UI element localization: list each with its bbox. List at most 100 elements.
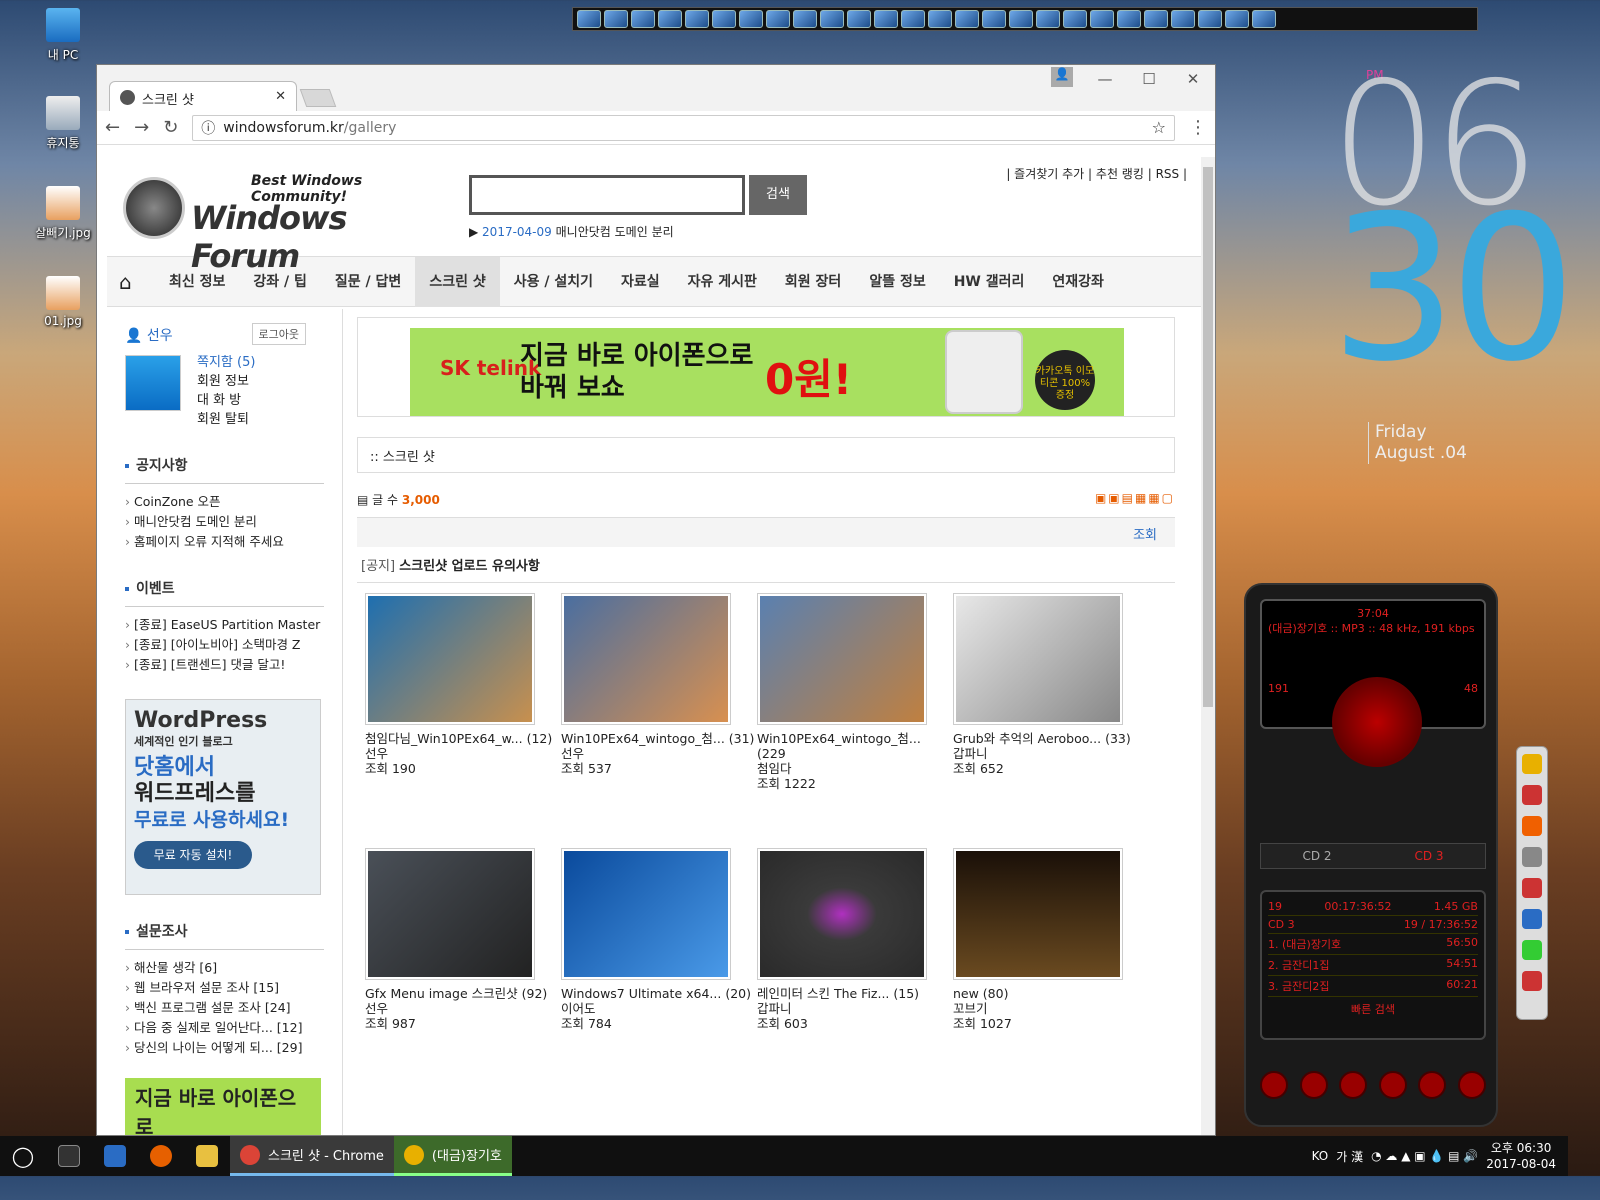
close-button[interactable]: ✕ bbox=[1171, 65, 1215, 93]
app-launcher-icon[interactable] bbox=[1225, 10, 1249, 28]
member-info-link[interactable]: 회원 정보 bbox=[197, 372, 324, 391]
app-launcher-icon[interactable] bbox=[577, 10, 601, 28]
nav-item[interactable]: 연재강좌 bbox=[1038, 257, 1118, 307]
app-launcher-icon[interactable] bbox=[1090, 10, 1114, 28]
desktop-icon-file-2[interactable]: 01.jpg bbox=[28, 276, 98, 328]
chat-link[interactable]: 대 화 방 bbox=[197, 391, 324, 410]
poll-item[interactable]: 해산물 생각 [6] bbox=[125, 958, 324, 978]
thumbnail-image[interactable] bbox=[368, 851, 532, 977]
ad-install-button[interactable]: 무료 자동 설치! bbox=[134, 841, 252, 869]
link-favorite[interactable]: 즐겨찾기 추가 bbox=[1014, 167, 1084, 181]
nav-item[interactable]: 알뜰 정보 bbox=[855, 257, 939, 307]
page-scrollbar[interactable] bbox=[1201, 157, 1215, 1135]
withdraw-link[interactable]: 회원 탈퇴 bbox=[197, 410, 324, 429]
sort-views-link[interactable]: 조회 bbox=[1133, 528, 1157, 543]
tab-screenshot[interactable]: 스크린 샷 ✕ bbox=[109, 81, 297, 111]
sidebar-ad-banner[interactable]: 지금 바로 아이폰으로 bbox=[125, 1078, 321, 1135]
maximize-button[interactable]: ☐ bbox=[1127, 65, 1171, 93]
app-launcher-icon[interactable] bbox=[1198, 10, 1222, 28]
app-icon[interactable] bbox=[1522, 940, 1542, 960]
reload-icon[interactable]: ↻ bbox=[163, 117, 178, 138]
app-launcher-icon[interactable] bbox=[658, 10, 682, 28]
monitor-icon[interactable] bbox=[1522, 909, 1542, 929]
thumbnail-image[interactable] bbox=[956, 851, 1120, 977]
thumbnail-image[interactable] bbox=[760, 851, 924, 977]
app-icon[interactable] bbox=[1522, 847, 1542, 867]
address-bar[interactable]: ⓘ windowsforum.kr/gallery ☆ bbox=[192, 114, 1175, 141]
thumbnail-image[interactable] bbox=[760, 596, 924, 722]
start-button[interactable]: ◯ bbox=[0, 1136, 46, 1176]
app-launcher-icon[interactable] bbox=[739, 10, 763, 28]
gallery-card[interactable]: Grub와 추억의 Aeroboo... (33) 갑파니 조회 652 bbox=[953, 593, 1149, 848]
header-notice[interactable]: ▶ 2017-04-09 매니안닷컴 도메인 분리 bbox=[469, 223, 674, 240]
link-rss[interactable]: RSS bbox=[1156, 167, 1180, 181]
app-launcher-icon[interactable] bbox=[712, 10, 736, 28]
view-mode-icons[interactable]: ▣▣▤▦▦▢ bbox=[1095, 491, 1175, 505]
app-launcher-icon[interactable] bbox=[955, 10, 979, 28]
wordpress-ad[interactable]: WordPress 세계적인 인기 블로그 닷홈에서 워드프레스를 무료로 사용… bbox=[125, 699, 321, 895]
tray-icons[interactable]: ◔ ☁ ▲ ▣ 💧 ▤ 🔊 bbox=[1371, 1149, 1478, 1163]
poll-item[interactable]: 백신 프로그램 설문 조사 [24] bbox=[125, 998, 324, 1018]
scrollbar-thumb[interactable] bbox=[1203, 167, 1213, 707]
thumbnail-image[interactable] bbox=[956, 596, 1120, 722]
gallery-card[interactable]: Windows7 Ultimate x64... (20) 이어도 조회 784 bbox=[561, 848, 757, 1103]
sort-button[interactable] bbox=[1378, 1071, 1407, 1099]
chrome-icon[interactable] bbox=[1522, 754, 1542, 774]
search-icon[interactable] bbox=[1418, 1071, 1447, 1099]
search-button[interactable]: 검색 bbox=[749, 175, 807, 215]
nav-item[interactable]: 회원 장터 bbox=[771, 257, 855, 307]
search-input[interactable] bbox=[469, 175, 745, 215]
bookmark-star-icon[interactable]: ☆ bbox=[1152, 118, 1166, 137]
gallery-card[interactable]: 레인미터 스킨 The Fiz... (15) 갑파니 조회 603 bbox=[757, 848, 953, 1103]
nav-item[interactable]: 사용 / 설치기 bbox=[500, 257, 607, 307]
folder-icon[interactable] bbox=[184, 1136, 230, 1176]
desktop-icon-my-pc[interactable]: 내 PC bbox=[28, 8, 98, 63]
app-launcher-icon[interactable] bbox=[1036, 10, 1060, 28]
app-icon[interactable] bbox=[1522, 971, 1542, 991]
notice-item[interactable]: 홈페이지 오류 지적해 주세요 bbox=[125, 532, 324, 552]
top-ad-banner[interactable]: SK telink 지금 바로 아이폰으로 바꿔 보쇼 0원! 카카오톡 이모티콘… bbox=[357, 317, 1175, 417]
taskbar-app-player[interactable]: (대금)장기호 bbox=[393, 1136, 512, 1176]
ime-mode[interactable]: 가 漢 bbox=[1336, 1148, 1363, 1165]
app-launcher-icon[interactable] bbox=[685, 10, 709, 28]
event-item[interactable]: [종료] [아이노비아] 소택마경 Z bbox=[125, 635, 324, 655]
notice-row[interactable]: [공지] 스크린샷 업로드 유의사항 bbox=[357, 547, 1175, 583]
app-launcher-icon[interactable] bbox=[631, 10, 655, 28]
app-launcher-icon[interactable] bbox=[1252, 10, 1276, 28]
gallery-card[interactable]: Gfx Menu image 스크린샷 (92) 선우 조회 987 bbox=[365, 848, 561, 1103]
new-tab-button[interactable] bbox=[299, 89, 337, 107]
app-launcher-icon[interactable] bbox=[901, 10, 925, 28]
app-launcher-icon[interactable] bbox=[1144, 10, 1168, 28]
playlist-item[interactable]: 1. (대금)장기호 56:50 bbox=[1268, 934, 1478, 955]
gallery-card[interactable]: Win10PEx64_wintogo_첨... (31) 선우 조회 537 bbox=[561, 593, 757, 848]
add-button[interactable] bbox=[1260, 1071, 1288, 1099]
nav-item[interactable]: 자유 게시판 bbox=[674, 257, 771, 307]
taskbar-app-chrome[interactable]: 스크린 샷 - Chrome bbox=[230, 1136, 394, 1176]
quick-search-button[interactable]: 빠른 검색 bbox=[1268, 1001, 1478, 1017]
list-button[interactable] bbox=[1299, 1071, 1328, 1099]
app-launcher-icon[interactable] bbox=[1063, 10, 1087, 28]
cd2-tab[interactable]: CD 2 bbox=[1302, 849, 1331, 863]
profile-icon[interactable]: 👤 bbox=[1051, 67, 1073, 87]
app-icon[interactable] bbox=[1522, 785, 1542, 805]
site-logo[interactable]: Best Windows Community! Windows Forum bbox=[123, 171, 433, 275]
close-tab-icon[interactable]: ✕ bbox=[275, 89, 286, 104]
poll-item[interactable]: 웹 브라우저 설문 조사 [15] bbox=[125, 978, 324, 998]
grid-button[interactable] bbox=[1339, 1071, 1368, 1099]
app-launcher-icon[interactable] bbox=[1009, 10, 1033, 28]
event-item[interactable]: [종료] EaseUS Partition Master bbox=[125, 615, 324, 635]
thumbnail-image[interactable] bbox=[368, 596, 532, 722]
playlist-item[interactable]: 3. 금잔디2집 60:21 bbox=[1268, 976, 1478, 997]
terminal-icon[interactable] bbox=[46, 1136, 92, 1176]
back-icon[interactable]: ← bbox=[105, 117, 120, 138]
nav-item[interactable]: HW 갤러리 bbox=[940, 257, 1039, 307]
app-launcher-icon[interactable] bbox=[847, 10, 871, 28]
pause-button[interactable] bbox=[1332, 677, 1422, 767]
gallery-card[interactable]: 첨임다님_Win10PEx64_w... (12) 선우 조회 190 bbox=[365, 593, 561, 848]
app-launcher-icon[interactable] bbox=[793, 10, 817, 28]
logout-button[interactable]: 로그아웃 bbox=[251, 323, 306, 345]
app-launcher-icon[interactable] bbox=[766, 10, 790, 28]
home-icon[interactable]: ⌂ bbox=[119, 272, 141, 292]
cd3-tab[interactable]: CD 3 bbox=[1414, 849, 1443, 863]
gallery-card[interactable]: Win10PEx64_wintogo_첨... (229 첨임다 조회 1222 bbox=[757, 593, 953, 848]
